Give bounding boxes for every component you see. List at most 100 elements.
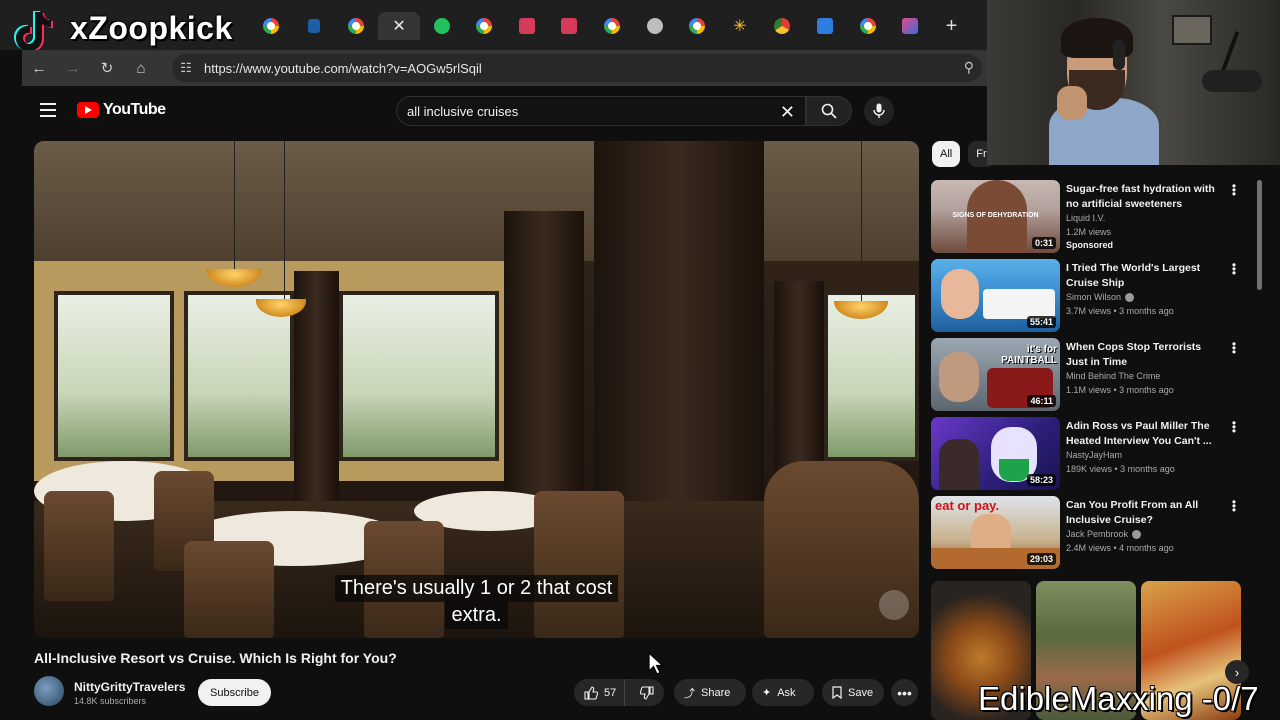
video-player[interactable]: There's usually 1 or 2 that cost extra.: [34, 141, 919, 638]
video-thumbnail[interactable]: eat or pay. 29:03: [931, 496, 1060, 569]
address-bar[interactable]: ☷ https://www.youtube.com/watch?v=AOGw5r…: [172, 54, 982, 82]
new-tab-button[interactable]: +: [932, 12, 972, 40]
video-meta: 189K views • 3 months ago: [1066, 464, 1175, 474]
tab-video[interactable]: [506, 12, 549, 40]
video-duration: 58:23: [1026, 474, 1056, 486]
channel-name[interactable]: Liquid I.V.: [1066, 213, 1105, 223]
zoom-icon[interactable]: ⚲: [964, 59, 974, 76]
more-horizontal-icon: •••: [897, 684, 912, 701]
list-item[interactable]: SIGNS OF DEHYDRATION 0:31 Sugar-free fas…: [931, 180, 1251, 259]
video-title[interactable]: Adin Ross vs Paul Miller The Heated Inte…: [1066, 419, 1224, 449]
tab-d[interactable]: [293, 12, 336, 40]
tab-google[interactable]: [335, 12, 378, 40]
tab-google[interactable]: [846, 12, 889, 40]
video-thumbnail[interactable]: 58:23: [931, 417, 1060, 490]
video-title[interactable]: When Cops Stop Terrorists Just in Time: [1066, 340, 1224, 370]
tab-google[interactable]: [591, 12, 634, 40]
screen: ✕ ✳ + xZoopkick ← → ↻ ⌂ ☷ https://www.yo…: [0, 0, 1280, 720]
video-duration: 55:41: [1026, 316, 1056, 328]
google-icon: [476, 18, 493, 34]
video-thumbnail[interactable]: 55:41: [931, 259, 1060, 332]
tab-google[interactable]: [463, 12, 506, 40]
video-title[interactable]: Sugar-free fast hydration with no artifi…: [1066, 182, 1224, 212]
video-thumbnail[interactable]: SIGNS OF DEHYDRATION 0:31: [931, 180, 1060, 253]
channel-name[interactable]: NittyGrittyTravelers: [74, 680, 185, 694]
forward-button[interactable]: →: [56, 51, 90, 85]
share-label: Share: [701, 686, 731, 699]
browser-toolbar: ← → ↻ ⌂ ☷ https://www.youtube.com/watch?…: [22, 50, 988, 86]
more-vertical-icon[interactable]: • • •: [1231, 180, 1237, 200]
d-icon: [307, 19, 320, 33]
ask-button[interactable]: ✦ Ask: [752, 679, 814, 706]
tab-video[interactable]: [548, 12, 591, 40]
video-title[interactable]: Can You Profit From an All Inclusive Cru…: [1066, 498, 1224, 528]
tab-google[interactable]: [676, 12, 719, 40]
list-item[interactable]: eat or pay. 29:03 Can You Profit From an…: [931, 496, 1251, 575]
back-button[interactable]: ←: [22, 51, 56, 85]
youtube-play-icon: [77, 102, 99, 118]
list-item[interactable]: 58:23 Adin Ross vs Paul Miller The Heate…: [931, 417, 1251, 496]
list-item[interactable]: 55:41 I Tried The World's Largest Cruise…: [931, 259, 1251, 338]
video-meta: 1.1M views • 3 months ago: [1066, 385, 1174, 395]
channel-avatar[interactable]: [34, 676, 64, 706]
more-vertical-icon[interactable]: • • •: [1231, 417, 1237, 437]
list-item[interactable]: it's for PAINTBALL 46:11 When Cops Stop …: [931, 338, 1251, 417]
dislike-button[interactable]: [631, 679, 664, 706]
save-label: Save: [848, 686, 874, 699]
channel-name[interactable]: NastyJayHam: [1066, 450, 1122, 460]
search-input[interactable]: all inclusive cruises ✕: [396, 96, 806, 126]
more-vertical-icon[interactable]: • • •: [1231, 496, 1237, 516]
channel-name[interactable]: Mind Behind The Crime: [1066, 371, 1160, 381]
tab-walmart[interactable]: ✳: [719, 12, 762, 40]
like-button[interactable]: 57: [574, 679, 625, 706]
thumbs-down-icon: [640, 685, 654, 700]
search-query[interactable]: all inclusive cruises: [407, 104, 518, 119]
video-title[interactable]: I Tried The World's Largest Cruise Ship: [1066, 261, 1224, 291]
tab-play[interactable]: [420, 12, 463, 40]
more-actions-button[interactable]: •••: [891, 679, 918, 706]
share-button[interactable]: ⤴ Share: [674, 679, 746, 706]
tab-youtube-active[interactable]: ✕: [377, 12, 421, 40]
channel-name[interactable]: Jack Pembrook: [1066, 529, 1142, 539]
home-icon: ⌂: [136, 59, 146, 77]
channel-watermark[interactable]: [879, 590, 909, 620]
tab-google[interactable]: [250, 12, 293, 40]
tab-chrome[interactable]: [761, 12, 804, 40]
search-button[interactable]: [806, 96, 852, 126]
video-icon: [518, 18, 535, 34]
tab-strip: ✕ ✳ +: [250, 12, 972, 40]
video-duration: 29:03: [1026, 553, 1056, 565]
save-button[interactable]: Save: [822, 679, 884, 706]
more-vertical-icon[interactable]: • • •: [1231, 338, 1237, 358]
chrome-icon: [774, 18, 791, 34]
tab-app[interactable]: [889, 12, 932, 40]
channel-subscribers: 14.8K subscribers: [74, 696, 147, 706]
video-duration: 46:11: [1027, 395, 1056, 407]
google-icon: [604, 18, 621, 34]
url-text[interactable]: https://www.youtube.com/watch?v=AOGw5rlS…: [204, 61, 482, 76]
clear-search-icon[interactable]: ✕: [780, 102, 795, 123]
menu-icon[interactable]: [40, 103, 56, 117]
more-vertical-icon[interactable]: • • •: [1231, 259, 1237, 279]
video-thumbnail[interactable]: it's for PAINTBALL 46:11: [931, 338, 1060, 411]
thumbnail-text: it's for PAINTBALL: [1001, 344, 1057, 366]
subscribe-button[interactable]: Subscribe: [198, 679, 271, 706]
mouse-cursor-icon: [648, 652, 664, 675]
verified-icon: [1132, 529, 1142, 539]
filter-chips: All Fr: [932, 141, 995, 167]
sponsored-badge: Sponsored: [1066, 240, 1114, 250]
tab-openai[interactable]: [633, 12, 676, 40]
tab-folder[interactable]: [804, 12, 847, 40]
thumbnail-text: eat or pay.: [935, 498, 1000, 513]
site-settings-icon[interactable]: ☷: [172, 60, 200, 76]
channel-name[interactable]: Simon Wilson: [1066, 292, 1135, 302]
sidebar-scrollbar[interactable]: [1257, 180, 1262, 290]
youtube-logo[interactable]: YouTube: [77, 101, 166, 119]
thumbnail-text: SIGNS OF DEHYDRATION: [952, 212, 1039, 219]
voice-search-button[interactable]: [864, 96, 894, 126]
reload-button[interactable]: ↻: [90, 51, 124, 85]
chip-all[interactable]: All: [932, 141, 961, 167]
home-button[interactable]: ⌂: [124, 51, 158, 85]
close-icon[interactable]: ✕: [392, 16, 405, 36]
reload-icon: ↻: [100, 60, 114, 77]
